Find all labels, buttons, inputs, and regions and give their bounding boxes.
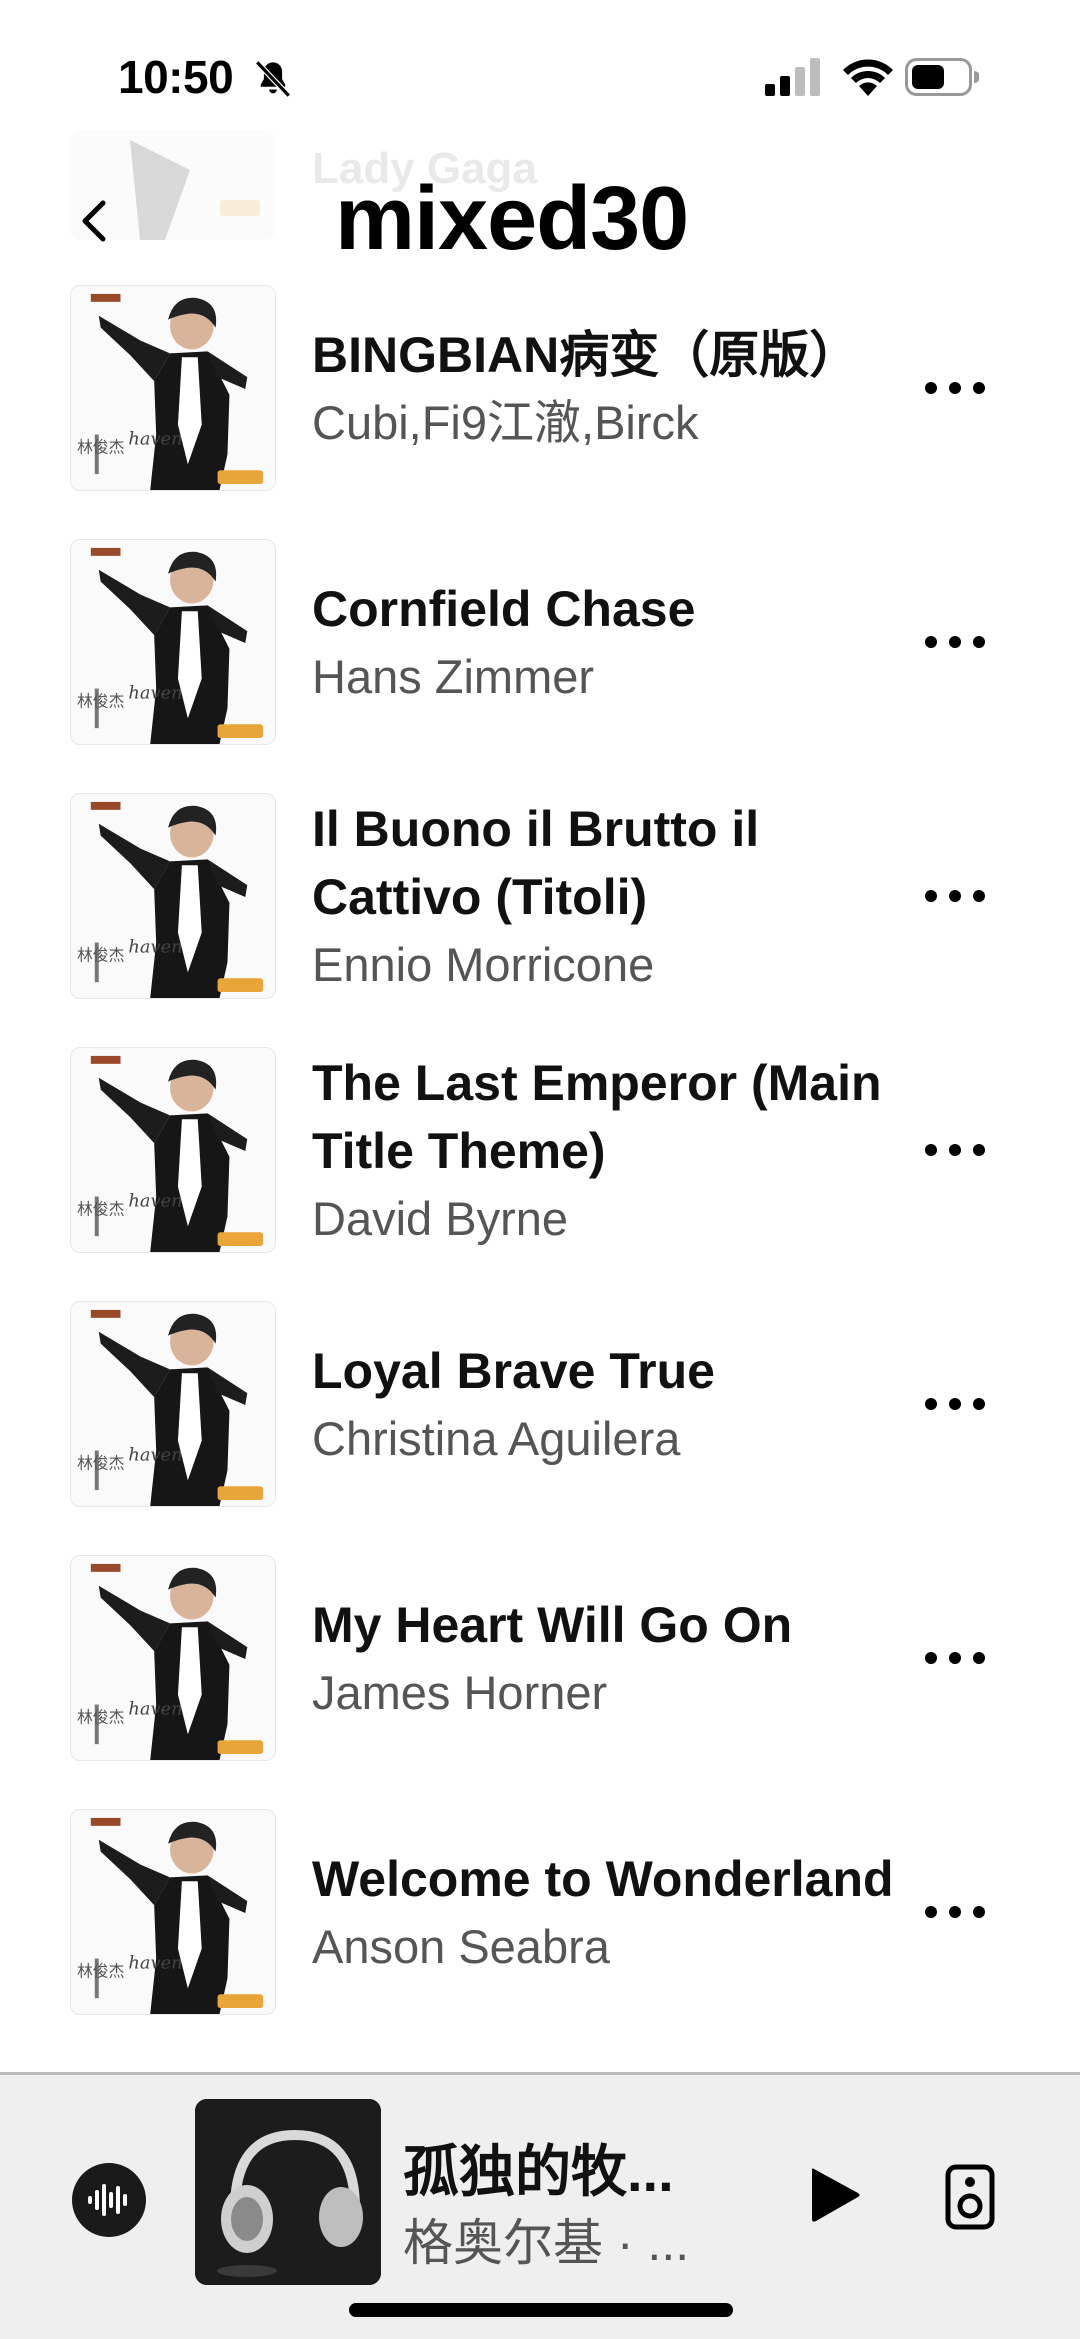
song-artist: Christina Aguilera	[312, 1412, 681, 1465]
song-title: The Last Emperor (Main Title Theme)	[312, 1055, 882, 1179]
album-cover-image: 林俊杰 haven	[71, 1810, 275, 2014]
status-bar: 10:50	[0, 0, 1080, 150]
album-cover-image: 林俊杰 haven	[71, 1556, 275, 1760]
album-art: 林俊杰 haven	[70, 1555, 276, 1761]
svg-text:林俊杰: 林俊杰	[77, 945, 125, 964]
svg-text:林俊杰: 林俊杰	[77, 1707, 125, 1726]
album-art: 林俊杰 haven	[70, 793, 276, 999]
more-options-button[interactable]	[920, 1890, 990, 1934]
play-icon	[812, 2168, 860, 2222]
svg-text:林俊杰: 林俊杰	[77, 437, 125, 456]
ellipsis-icon	[925, 1652, 985, 1664]
svg-text:林俊杰: 林俊杰	[77, 1961, 125, 1980]
album-cover-image: 林俊杰 haven	[71, 1048, 275, 1252]
song-title: My Heart Will Go On	[312, 1597, 793, 1653]
album-art: 林俊杰 haven	[70, 539, 276, 745]
chevron-left-icon	[82, 200, 106, 242]
ellipsis-icon	[925, 1398, 985, 1410]
headphones-image	[195, 2099, 381, 2285]
ellipsis-icon	[925, 382, 985, 394]
song-row-7[interactable]: 林俊杰 haven Welcome to Wonderland Anson Se…	[0, 1804, 1080, 2058]
now-playing-artwork[interactable]	[195, 2099, 381, 2285]
song-row-3[interactable]: 林俊杰 haven Il Buono il Brutto il Cattivo …	[0, 788, 1080, 1042]
home-indicator[interactable]	[349, 2303, 733, 2317]
play-button[interactable]	[800, 2155, 870, 2235]
svg-text:haven: haven	[128, 682, 182, 703]
waveform-icon	[88, 2184, 127, 2216]
song-artist: Anson Seabra	[312, 1920, 610, 1973]
cellular-signal-icon	[765, 58, 820, 96]
song-artist: Hans Zimmer	[312, 650, 595, 703]
album-cover-image: 林俊杰 haven	[71, 286, 275, 490]
song-info: The Last Emperor (Main Title Theme) Davi…	[312, 1042, 912, 1258]
svg-text:林俊杰: 林俊杰	[77, 1453, 125, 1472]
svg-text:林俊杰: 林俊杰	[77, 1199, 125, 1218]
song-row-4[interactable]: 林俊杰 haven The Last Emperor (Main Title T…	[0, 1042, 1080, 1296]
more-options-button[interactable]	[920, 366, 990, 410]
album-art: 林俊杰 haven	[70, 1301, 276, 1507]
song-info: BINGBIAN病变（原版） Cubi,Fi9江澈,Birck	[312, 280, 912, 496]
song-row-1[interactable]: 林俊杰 haven BINGBIAN病变（原版） Cubi,Fi9江澈,Birc…	[0, 280, 1080, 534]
more-options-button[interactable]	[920, 874, 990, 918]
airplay-speaker-button[interactable]	[940, 2157, 1000, 2237]
more-options-button[interactable]	[920, 620, 990, 664]
bell-slash-icon	[255, 60, 291, 98]
song-title: Welcome to Wonderland	[312, 1851, 894, 1907]
page-title: mixed30	[335, 169, 689, 269]
song-title: Il Buono il Brutto il Cattivo (Titoli)	[312, 801, 760, 925]
ellipsis-icon	[925, 890, 985, 902]
song-artist: Ennio Morricone	[312, 938, 655, 991]
album-art: 林俊杰 haven	[70, 1047, 276, 1253]
song-row-6[interactable]: 林俊杰 haven My Heart Will Go On James Horn…	[0, 1550, 1080, 1804]
ellipsis-icon	[925, 1144, 985, 1156]
song-info: Il Buono il Brutto il Cattivo (Titoli) E…	[312, 788, 912, 1004]
song-row-5[interactable]: 林俊杰 haven Loyal Brave True Christina Agu…	[0, 1296, 1080, 1550]
song-title: Cornfield Chase	[312, 581, 696, 637]
album-art: 林俊杰 haven	[70, 285, 276, 491]
svg-text:haven: haven	[128, 428, 182, 449]
song-artist: James Horner	[312, 1666, 608, 1719]
album-art: 林俊杰 haven	[70, 1809, 276, 2015]
album-cover-image: 林俊杰 haven	[71, 1302, 275, 1506]
battery-icon	[905, 58, 979, 96]
svg-text:haven: haven	[128, 1444, 182, 1465]
back-button[interactable]	[68, 190, 120, 252]
song-list: 林俊杰 haven BINGBIAN病变（原版） Cubi,Fi9江澈,Birc…	[0, 280, 1080, 2058]
now-playing-artist: 格奥尔基 · ...	[403, 2215, 690, 2271]
song-artist: Cubi,Fi9江澈,Birck	[312, 396, 699, 449]
song-info: Loyal Brave True Christina Aguilera	[312, 1296, 912, 1512]
header: mixed30	[0, 140, 1080, 290]
song-info: Cornfield Chase Hans Zimmer	[312, 534, 912, 750]
ellipsis-icon	[925, 1906, 985, 1918]
mini-player[interactable]: 孤独的牧... 格奥尔基 · ...	[0, 2072, 1080, 2339]
status-time: 10:50	[118, 51, 234, 103]
album-cover-image: 林俊杰 haven	[71, 540, 275, 744]
now-playing-title: 孤独的牧...	[403, 2140, 674, 2203]
svg-text:haven: haven	[128, 1190, 182, 1211]
speaker-icon	[945, 2164, 995, 2230]
wifi-icon	[843, 59, 893, 96]
ellipsis-icon	[925, 636, 985, 648]
screen: 10:50 Lady Gaga mixed30 林俊杰 haven BINGBI…	[0, 0, 1080, 2339]
song-info: Welcome to Wonderland Anson Seabra	[312, 1804, 912, 2020]
waveform-button[interactable]	[72, 2163, 146, 2237]
more-options-button[interactable]	[920, 1128, 990, 1172]
more-options-button[interactable]	[920, 1382, 990, 1426]
album-cover-image: 林俊杰 haven	[71, 794, 275, 998]
svg-text:haven: haven	[128, 936, 182, 957]
svg-text:haven: haven	[128, 1952, 182, 1973]
song-title: BINGBIAN病变（原版）	[312, 327, 860, 383]
song-info: My Heart Will Go On James Horner	[312, 1550, 912, 1766]
song-title: Loyal Brave True	[312, 1343, 715, 1399]
song-artist: David Byrne	[312, 1192, 568, 1245]
svg-text:林俊杰: 林俊杰	[77, 691, 125, 710]
more-options-button[interactable]	[920, 1636, 990, 1680]
song-row-2[interactable]: 林俊杰 haven Cornfield Chase Hans Zimmer	[0, 534, 1080, 788]
svg-text:haven: haven	[128, 1698, 182, 1719]
